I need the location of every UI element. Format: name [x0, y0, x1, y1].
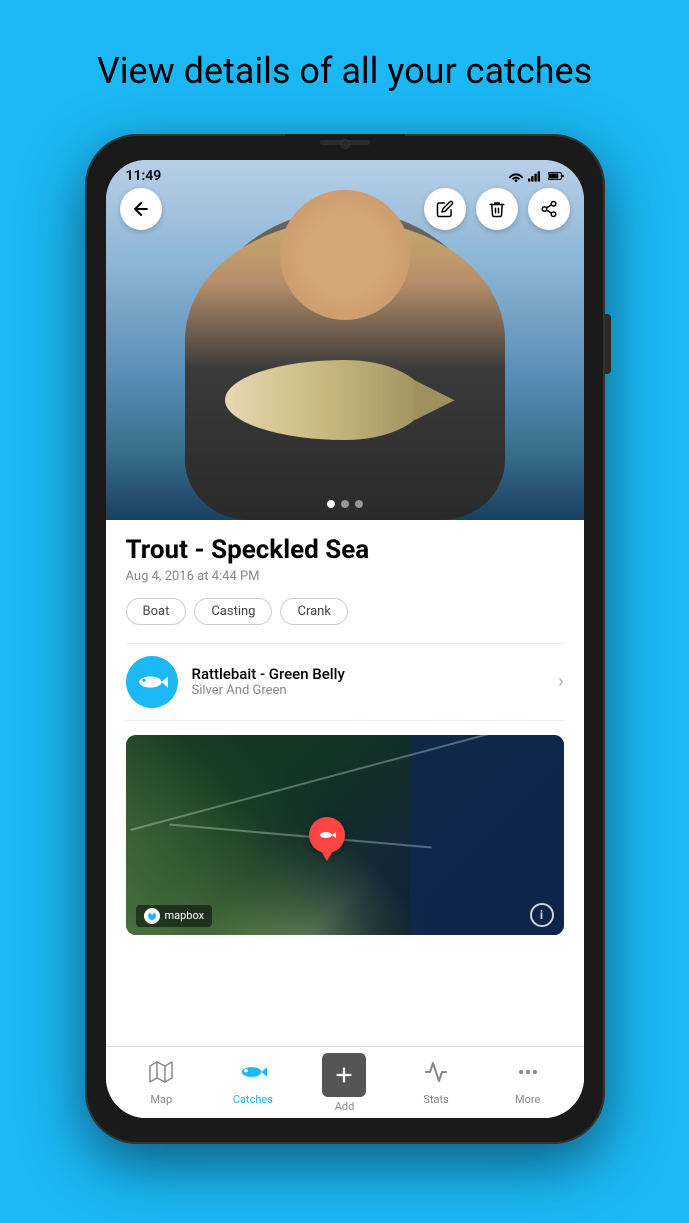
map-nav-icon	[149, 1060, 173, 1090]
more-nav-icon	[516, 1060, 540, 1090]
tag-crank[interactable]: Crank	[280, 598, 347, 625]
person-body	[185, 220, 505, 520]
fish-body	[225, 360, 425, 440]
nav-item-add[interactable]: Add	[314, 1053, 374, 1113]
map-pin	[309, 817, 345, 853]
lure-color: Silver And Green	[192, 683, 559, 698]
nav-label-map: Map	[150, 1093, 172, 1106]
map-info-label: i	[540, 908, 543, 922]
status-time: 11:49	[126, 168, 162, 184]
lure-name: Rattlebait - Green Belly	[192, 665, 559, 683]
dot-1	[327, 500, 335, 508]
content-area: Trout - Speckled Sea Aug 4, 2016 at 4:44…	[106, 520, 584, 1046]
edit-button[interactable]	[424, 188, 466, 230]
lure-row[interactable]: Rattlebait - Green Belly Silver And Gree…	[126, 643, 564, 721]
back-button[interactable]	[120, 188, 162, 230]
lure-info: Rattlebait - Green Belly Silver And Gree…	[192, 665, 559, 698]
nav-item-map[interactable]: Map	[131, 1060, 191, 1106]
nav-label-add: Add	[335, 1100, 355, 1113]
fish-name: Trout - Speckled Sea	[126, 536, 564, 565]
battery-icon	[548, 169, 564, 183]
hero-image: 11:49	[106, 160, 584, 520]
lure-icon	[126, 656, 178, 708]
lure-fish-icon	[136, 666, 168, 698]
phone-wrapper: 11:49	[75, 129, 615, 1149]
map-container[interactable]: mapbox i	[126, 735, 564, 935]
tags-row: Boat Casting Crank	[126, 598, 564, 625]
bottom-nav: Map Catches	[106, 1046, 584, 1118]
nav-item-more[interactable]: More	[498, 1060, 558, 1106]
dot-2	[341, 500, 349, 508]
wifi-icon	[508, 169, 524, 183]
catches-nav-icon	[239, 1060, 267, 1090]
catch-date: Aug 4, 2016 at 4:44 PM	[126, 569, 564, 584]
map-road-2	[170, 823, 432, 848]
status-icons	[508, 169, 564, 183]
phone-screen: 11:49	[106, 160, 584, 1118]
add-nav-icon	[322, 1053, 366, 1097]
mapbox-label: mapbox	[165, 909, 205, 922]
tag-boat[interactable]: Boat	[126, 598, 187, 625]
image-dots	[327, 500, 363, 508]
phone-outer: 11:49	[85, 134, 605, 1144]
page-heading-area: View details of all your catches	[0, 0, 689, 129]
stats-nav-icon	[424, 1060, 448, 1090]
delete-button[interactable]	[476, 188, 518, 230]
tag-casting[interactable]: Casting	[194, 598, 272, 625]
signal-icon	[528, 169, 544, 183]
phone-camera	[340, 139, 350, 149]
map-pin-icon	[317, 825, 337, 845]
page-title: View details of all your catches	[40, 22, 649, 113]
nav-label-more: More	[515, 1093, 540, 1106]
status-bar: 11:49	[106, 160, 584, 192]
share-button[interactable]	[528, 188, 570, 230]
nav-item-catches[interactable]: Catches	[223, 1060, 283, 1106]
nav-item-stats[interactable]: Stats	[406, 1060, 466, 1106]
mapbox-logo: mapbox	[136, 905, 213, 927]
top-bar-right-buttons	[424, 188, 570, 230]
lure-chevron: ›	[558, 671, 563, 692]
mapbox-icon	[144, 908, 160, 924]
nav-label-catches: Catches	[233, 1093, 273, 1106]
dot-3	[355, 500, 363, 508]
nav-label-stats: Stats	[423, 1093, 448, 1106]
map-info-button[interactable]: i	[530, 903, 554, 927]
